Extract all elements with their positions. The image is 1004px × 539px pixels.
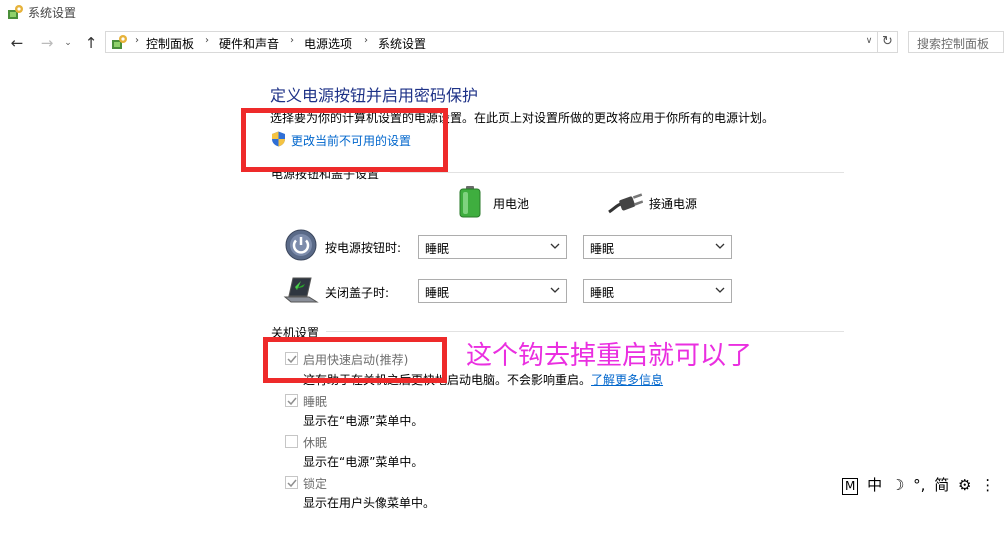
hibernate-checkbox[interactable] <box>285 435 298 448</box>
chevron-down-icon <box>550 243 560 249</box>
title-bar: 系统设置 <box>0 0 1004 28</box>
lock-checkbox[interactable] <box>285 476 298 489</box>
up-arrow-icon[interactable]: ↑ <box>82 33 100 53</box>
ime-simplified-toggle[interactable]: 简 <box>934 474 949 495</box>
control-panel-icon <box>112 35 127 49</box>
forward-arrow-icon[interactable]: → <box>38 33 56 53</box>
lock-description: 显示在用户头像菜单中。 <box>303 496 436 510</box>
section-divider <box>390 172 844 173</box>
power-plug-icon <box>608 193 643 214</box>
annotation-highlight-box <box>263 337 447 383</box>
power-button-icon <box>285 229 317 261</box>
lock-label: 锁定 <box>303 477 328 491</box>
breadcrumb-separator-icon[interactable]: › <box>205 35 209 46</box>
back-arrow-icon[interactable]: ← <box>8 33 26 53</box>
address-bar[interactable]: › 控制面板 › 硬件和声音 › 电源选项 › 系统设置 ∨ <box>105 31 878 53</box>
ime-more-icon[interactable]: ⋮ <box>980 476 995 494</box>
sleep-checkbox[interactable] <box>285 394 298 407</box>
laptop-lid-icon <box>283 277 319 303</box>
breadcrumb-power-options[interactable]: 电源选项 <box>304 35 352 52</box>
ime-toolbar: M 中 ☽ °, 简 ⚙ ⋮ <box>842 474 999 498</box>
chevron-down-icon <box>550 287 560 293</box>
learn-more-link[interactable]: 了解更多信息 <box>591 373 663 387</box>
sleep-description: 显示在“电源”菜单中。 <box>303 414 424 428</box>
breadcrumb-separator-icon[interactable]: › <box>290 35 294 46</box>
ime-chinese-toggle[interactable]: 中 <box>867 474 882 495</box>
chevron-down-icon <box>715 243 725 249</box>
hibernate-label: 休眠 <box>303 436 328 450</box>
column-battery: 用电池 <box>493 197 530 211</box>
power-button-plugged-select[interactable]: 睡眠 <box>583 235 732 259</box>
hibernate-description: 显示在“电源”菜单中。 <box>303 455 424 469</box>
breadcrumb-separator-icon[interactable]: › <box>135 35 139 46</box>
power-button-label: 按电源按钮时: <box>325 241 402 255</box>
refresh-icon: ↻ <box>882 34 893 49</box>
refresh-button[interactable]: ↻ <box>878 31 898 53</box>
power-button-battery-select[interactable]: 睡眠 <box>418 235 567 259</box>
column-plugged-in: 接通电源 <box>649 197 698 211</box>
checkmark-icon <box>287 479 297 488</box>
breadcrumb-hardware-sound[interactable]: 硬件和声音 <box>219 35 279 52</box>
annotation-text: 这个钩去掉重启就可以了 <box>466 341 753 371</box>
annotation-highlight-box <box>241 108 448 172</box>
sleep-label: 睡眠 <box>303 395 328 409</box>
breadcrumb-control-panel[interactable]: 控制面板 <box>146 35 194 52</box>
window-title: 系统设置 <box>28 6 77 20</box>
checkmark-icon <box>287 397 297 406</box>
search-input[interactable]: 搜索控制面板 <box>908 31 1004 53</box>
breadcrumb-separator-icon[interactable]: › <box>364 35 368 46</box>
ime-mode-icon[interactable]: M <box>842 478 859 495</box>
ime-gear-icon[interactable]: ⚙ <box>958 476 971 494</box>
breadcrumb-system-settings[interactable]: 系统设置 <box>378 35 426 52</box>
lid-close-plugged-select[interactable]: 睡眠 <box>583 279 732 303</box>
page-title: 定义电源按钮并启用密码保护 <box>270 86 479 105</box>
battery-icon <box>459 186 481 218</box>
lid-close-battery-select[interactable]: 睡眠 <box>418 279 567 303</box>
section-divider <box>326 331 844 332</box>
chevron-down-icon <box>715 287 725 293</box>
ime-moon-icon[interactable]: ☽ <box>891 476 904 494</box>
ime-punctuation-icon[interactable]: °, <box>913 476 925 494</box>
control-panel-icon <box>8 5 23 19</box>
recent-locations-chevron-icon[interactable]: ⌄ <box>62 33 74 53</box>
address-dropdown-chevron-icon[interactable]: ∨ <box>863 36 875 50</box>
lid-close-label: 关闭盖子时: <box>325 286 390 300</box>
